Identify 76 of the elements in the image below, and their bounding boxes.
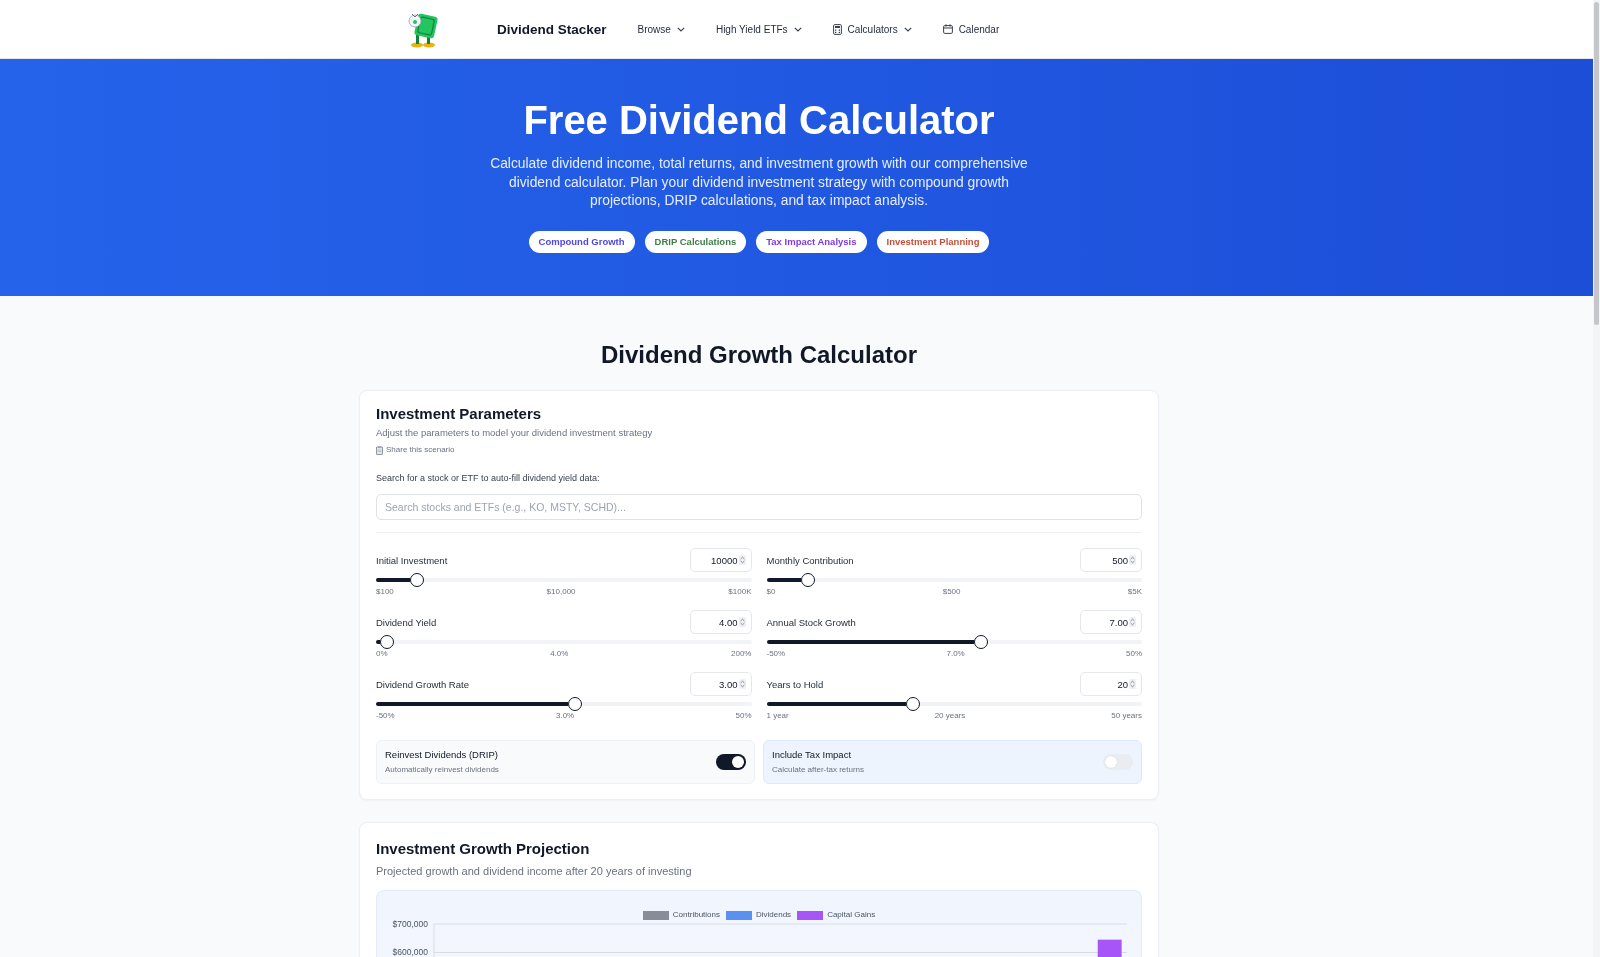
number-field[interactable]: 4.00 [689, 610, 752, 634]
slider-min-label: $100 [376, 587, 394, 597]
slider-mid-label: $500 [942, 587, 961, 597]
slider-label: Years to Hold [766, 678, 824, 690]
hero-title: Free Dividend Calculator [523, 97, 995, 144]
nav-menu-button[interactable]: Browse [637, 23, 685, 35]
toggle-switch[interactable] [1103, 754, 1133, 770]
legend-label[interactable]: Dividends [756, 910, 792, 920]
legend-label[interactable]: Capital Gains [827, 910, 876, 920]
search-label: Search for a stock or ETF to auto-fill dividend yield data: [376, 472, 601, 485]
feature-tag[interactable]: DRIP Calculations [644, 230, 747, 253]
card-subtitle: Adjust the parameters to model your dividend investment strategy [376, 426, 654, 440]
nav-menu-button[interactable]: Calendar [942, 23, 1000, 35]
y-axis-label: $700,000 [392, 920, 428, 929]
slider-thumb[interactable] [905, 697, 920, 711]
slider-mid-label: $10,000 [546, 587, 576, 597]
slider-max-label: 50% [735, 711, 752, 721]
feature-tag[interactable]: Tax Impact Analysis [756, 230, 867, 253]
number-field[interactable]: 7.00 [1080, 610, 1142, 634]
slider-label: Monthly Contribution [766, 554, 854, 566]
slider-thumb[interactable] [568, 697, 582, 711]
toggle-description: Automatically reinvest dividends [385, 764, 499, 775]
legend-label[interactable]: Contributions [672, 910, 720, 920]
nav-menu-button[interactable]: High Yield ETFs [715, 23, 802, 35]
slider-fill [766, 578, 801, 582]
slider-max-label: 50% [1126, 649, 1142, 659]
hero-description: Calculate dividend income, total returns, and investment growth with our comprehensive dividend calculator. Plan your dividend investment strategy with compound growth projections, DRIP calculations, and tax impact analysis. [489, 155, 1029, 210]
slider-max-label: 50 years [1111, 711, 1142, 721]
toggle-switch[interactable] [716, 754, 746, 770]
slider-label: Dividend Yield [376, 616, 437, 628]
chevron-down-icon [793, 26, 802, 32]
slider-label: Initial Investment [376, 554, 448, 566]
feature-tag[interactable]: Compound Growth [528, 230, 635, 253]
y-axis-label: $600,000 [392, 947, 428, 957]
slider-min-label: 0% [376, 649, 388, 659]
slider-min-label: 1 year [766, 711, 789, 721]
toggle-title: Include Tax Impact [772, 749, 853, 761]
number-field[interactable]: 10000 [689, 548, 752, 572]
share-link[interactable]: Share this scenario [376, 444, 455, 456]
card-subtitle: Projected growth and dividend income after 20 years of investing [376, 864, 693, 879]
slider-fill [376, 640, 381, 644]
chevron-down-icon [903, 26, 912, 32]
feature-tag[interactable]: Investment Planning [876, 230, 990, 253]
search-field[interactable]: Search stocks and ETFs (e.g., KO, MSTY, SCHD)... [376, 494, 1142, 520]
clipboard-icon [376, 445, 383, 455]
slider-max-label: 200% [731, 649, 752, 659]
number-field[interactable]: 3.00 [689, 672, 752, 696]
slider-label: Annual Stock Growth [766, 616, 856, 628]
toggle-description: Calculate after-tax returns [772, 764, 865, 775]
slider-min-label: -50% [766, 649, 786, 659]
slider-mid-label: 7.0% [946, 649, 965, 659]
chevron-down-icon [676, 26, 685, 32]
slider-thumb[interactable] [973, 635, 988, 649]
calculator-icon [832, 23, 842, 35]
slider-min-label: $0 [766, 587, 776, 597]
slider-thumb[interactable] [800, 573, 815, 587]
slider-max-label: $5K [1127, 587, 1142, 597]
number-field[interactable]: 500 [1080, 548, 1142, 572]
slider-thumb[interactable] [380, 635, 395, 649]
slider-label: Dividend Growth Rate [376, 678, 469, 690]
card-title: Investment Growth Projection [376, 839, 591, 859]
nav-menu-button[interactable]: Calculators [832, 23, 912, 35]
toggle-title: Reinvest Dividends (DRIP) [385, 749, 499, 761]
card-title: Investment Parameters [376, 404, 543, 424]
slider-fill [376, 578, 411, 582]
slider-mid-label: 4.0% [550, 649, 569, 659]
slider-min-label: -50% [376, 711, 395, 721]
calendar-icon [942, 24, 953, 34]
slider-mid-label: 20 years [934, 711, 966, 721]
scrollbar-thumb[interactable] [1594, 2, 1599, 325]
slider-max-label: $100K [728, 587, 752, 597]
slider-mid-label: 3.0% [555, 711, 575, 721]
section-heading: Dividend Growth Calculator [600, 340, 918, 370]
number-field[interactable]: 20 [1080, 672, 1142, 696]
brand-name[interactable]: Dividend Stacker [497, 21, 607, 37]
slider-thumb[interactable] [410, 573, 425, 587]
